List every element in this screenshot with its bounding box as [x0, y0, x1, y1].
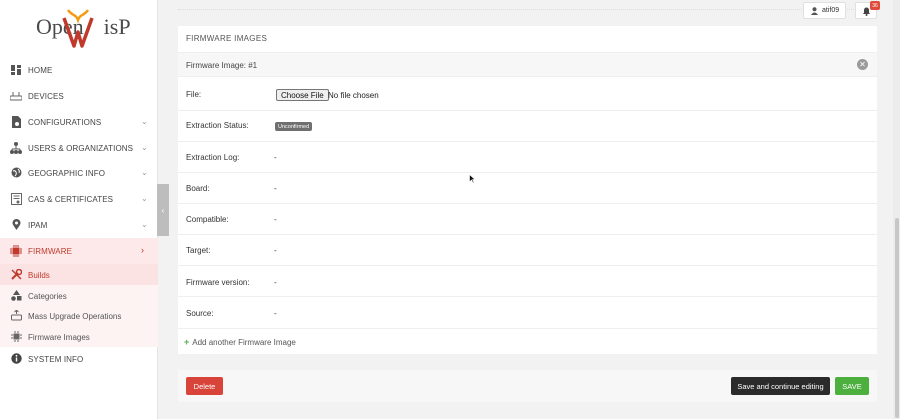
user-menu-button[interactable]: atif09	[803, 2, 846, 19]
config-file-icon	[10, 115, 22, 128]
plus-icon: +	[184, 337, 190, 347]
sidebar-item-label: GEOGRAPHIC INFO	[28, 169, 106, 178]
section-title: FIRMWARE IMAGES	[186, 34, 268, 43]
field-label: File:	[186, 90, 202, 99]
openwisp-logo[interactable]: Open isP	[0, 0, 158, 56]
field-label: Source:	[186, 309, 214, 318]
map-pin-icon	[10, 218, 22, 231]
sidebar-subitem-mass-upgrade[interactable]: Mass Upgrade Operations	[0, 305, 158, 326]
sidebar-item-system-info[interactable]: SYSTEM INFO	[0, 346, 158, 372]
sidebar-subitem-label: Firmware Images	[28, 333, 90, 342]
form-row-board: Board: -	[178, 173, 877, 204]
sidebar-item-devices[interactable]: DEVICES	[0, 83, 158, 109]
sidebar-item-label: IPAM	[28, 221, 48, 230]
form-row-extraction-log: Extraction Log: -	[178, 142, 877, 173]
inline-form-header: Firmware Image: #1	[178, 52, 877, 77]
sidebar-item-label: DEVICES	[28, 92, 64, 101]
chip-icon	[10, 244, 22, 257]
sidebar-subitem-categories[interactable]: Categories	[0, 285, 158, 306]
sidebar-item-label: USERS & ORGANIZATIONS	[28, 144, 134, 153]
chevron-down-icon: ⌄	[141, 143, 148, 152]
add-another-firmware-image-link[interactable]: + Add another Firmware Image	[184, 337, 296, 347]
shapes-icon	[10, 290, 22, 301]
sidebar-subitem-label: Categories	[28, 292, 67, 301]
sidebar-item-users-organizations[interactable]: USERS & ORGANIZATIONS ⌄	[0, 135, 158, 161]
sidebar-item-label: SYSTEM INFO	[28, 355, 84, 364]
dashboard-icon	[10, 63, 22, 76]
field-label: Extraction Log:	[186, 153, 240, 162]
sidebar: Open isP HOME DEVICES CONFIGURATIONS ⌄ US…	[0, 0, 158, 419]
topbar-divider	[178, 0, 878, 10]
sidebar-subitem-builds[interactable]: Builds	[0, 264, 158, 285]
globe-icon	[10, 166, 22, 179]
inline-form-title: Firmware Image: #1	[186, 61, 258, 70]
user-icon	[811, 6, 818, 15]
field-label: Board:	[186, 184, 210, 193]
delete-button[interactable]: Delete	[186, 377, 223, 395]
form-row-firmware-version: Firmware version: -	[178, 266, 877, 297]
field-value: -	[274, 246, 277, 255]
chevron-down-icon: ⌄	[141, 220, 148, 229]
router-icon	[10, 89, 22, 102]
sidebar-item-label: CAS & CERTIFICATES	[28, 195, 114, 204]
form-row-target: Target: -	[178, 235, 877, 266]
chevron-down-icon: ⌄	[141, 168, 148, 177]
field-label: Compatible:	[186, 215, 229, 224]
field-value: -	[274, 309, 277, 318]
sidebar-subitem-label: Builds	[28, 271, 50, 280]
sidebar-item-label: FIRMWARE	[28, 247, 73, 256]
field-value: -	[274, 215, 277, 224]
add-another-label: Add another Firmware Image	[192, 337, 296, 347]
field-label: Target:	[186, 246, 211, 255]
chevron-left-icon: ‹	[161, 205, 165, 215]
upgrade-icon	[10, 310, 22, 321]
sidebar-item-configurations[interactable]: CONFIGURATIONS ⌄	[0, 109, 158, 135]
sidebar-item-firmware[interactable]: FIRMWARE ›	[0, 238, 158, 264]
notifications-count-badge: 36	[870, 1, 880, 10]
field-label: Extraction Status:	[186, 121, 249, 130]
sidebar-item-label: HOME	[28, 66, 53, 75]
sidebar-item-label: CONFIGURATIONS	[28, 118, 102, 127]
status-badge: Unconfirmed	[275, 122, 313, 131]
chip-small-icon	[10, 331, 22, 342]
form-row-source: Source: -	[178, 297, 877, 329]
sidebar-item-ipam[interactable]: IPAM ⌄	[0, 212, 158, 238]
sidebar-subitem-label: Mass Upgrade Operations	[28, 312, 122, 321]
chevron-down-icon: ⌄	[141, 117, 148, 126]
save-and-continue-button[interactable]: Save and continue editing	[731, 377, 830, 395]
tools-icon	[10, 269, 22, 280]
logo-mark-icon	[62, 9, 94, 48]
certificate-icon	[10, 192, 22, 205]
form-row-compatible: Compatible: -	[178, 204, 877, 235]
sidebar-subitem-firmware-images[interactable]: Firmware Images	[0, 326, 158, 347]
field-value: -	[274, 184, 277, 193]
chevron-down-icon: ⌄	[141, 194, 148, 203]
sidebar-item-cas-certificates[interactable]: CAS & CERTIFICATES ⌄	[0, 186, 158, 212]
choose-file-button[interactable]: Choose File	[276, 89, 329, 101]
info-icon	[10, 352, 22, 365]
field-label: Firmware version:	[186, 278, 250, 287]
chevron-right-icon: ›	[141, 245, 145, 255]
remove-inline-icon[interactable]: ✕	[857, 59, 868, 70]
logo-text-right: isP	[103, 14, 131, 39]
field-value: -	[274, 153, 277, 162]
mouse-cursor-icon	[469, 174, 476, 184]
save-button[interactable]: SAVE	[835, 377, 869, 395]
scrollbar-thumb[interactable]	[895, 218, 899, 418]
username-label: atif09	[822, 7, 840, 14]
org-tree-icon	[10, 141, 22, 154]
sidebar-collapse-button[interactable]: ‹	[157, 184, 169, 236]
sidebar-item-geographic-info[interactable]: GEOGRAPHIC INFO ⌄	[0, 160, 158, 186]
sidebar-item-home[interactable]: HOME	[0, 57, 158, 83]
file-status-text: No file chosen	[328, 91, 379, 100]
field-value: -	[274, 278, 277, 287]
